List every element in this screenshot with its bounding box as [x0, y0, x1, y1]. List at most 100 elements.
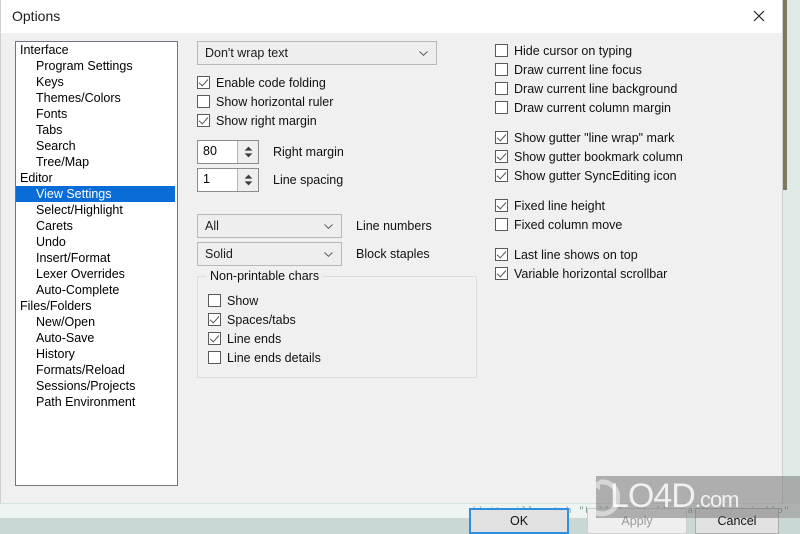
- spinner-row-1: 1 Line spacing: [197, 168, 477, 192]
- tree-item-label: New/Open: [36, 315, 96, 329]
- gutter-group: Show gutter "line wrap" mark Show gutter …: [495, 128, 765, 185]
- view-checkbox-0[interactable]: Enable code folding: [197, 73, 477, 92]
- tree-item-sessions-projects[interactable]: Sessions/Projects: [16, 378, 177, 394]
- combo-line-numbers[interactable]: All: [197, 214, 342, 238]
- scroll-checkbox-1[interactable]: Variable horizontal scrollbar: [495, 264, 765, 283]
- checkbox-label: Draw current line background: [514, 81, 678, 96]
- tree-item-program-settings[interactable]: Program Settings: [16, 58, 177, 74]
- checkbox-checked-icon: [495, 169, 508, 182]
- checkbox-unchecked-icon: [495, 63, 508, 76]
- tree-item-label: Formats/Reload: [36, 363, 125, 377]
- gutter-checkbox-1[interactable]: Show gutter bookmark column: [495, 147, 765, 166]
- ok-button-label: OK: [509, 514, 529, 528]
- gutter-checkbox-2[interactable]: Show gutter SyncEditing icon: [495, 166, 765, 185]
- non-printable-checkbox-3[interactable]: Line ends details: [208, 348, 466, 367]
- checkbox-label: Draw current line focus: [514, 62, 642, 77]
- apply-button[interactable]: Apply: [587, 508, 687, 534]
- view-checkbox-1[interactable]: Show horizontal ruler: [197, 92, 477, 111]
- tree-item-themes-colors[interactable]: Themes/Colors: [16, 90, 177, 106]
- checkbox-label: Fixed line height: [514, 198, 606, 213]
- tree-item-label: Auto-Save: [36, 331, 95, 345]
- cancel-button[interactable]: Cancel: [695, 508, 779, 534]
- tree-item-editor[interactable]: Editor: [16, 170, 177, 186]
- checkbox-checked-icon: [208, 332, 221, 345]
- cursor-drawing-group: Hide cursor on typing Draw current line f…: [495, 41, 765, 117]
- tree-item-auto-complete[interactable]: Auto-Complete: [16, 282, 177, 298]
- tree-item-view-settings[interactable]: View Settings: [16, 186, 175, 202]
- tree-item-label: Select/Highlight: [36, 203, 123, 217]
- tree-item-label: Files/Folders: [20, 299, 92, 313]
- close-icon: [753, 10, 765, 22]
- non-printable-checkbox-2[interactable]: Line ends: [208, 329, 466, 348]
- tree-item-label: Lexer Overrides: [36, 267, 125, 281]
- dialog-title: Options: [12, 8, 61, 24]
- close-button[interactable]: [736, 0, 782, 31]
- non-printable-chars-title: Non-printable chars: [206, 269, 324, 283]
- tree-item-label: Editor: [20, 171, 53, 185]
- tree-item-search[interactable]: Search: [16, 138, 177, 154]
- tree-item-path-environment[interactable]: Path Environment: [16, 394, 177, 410]
- tree-item-files-folders[interactable]: Files/Folders: [16, 298, 177, 314]
- checkbox-label: Line ends: [227, 331, 282, 346]
- cursor-checkbox-0[interactable]: Hide cursor on typing: [495, 41, 765, 60]
- chevron-down-icon: [324, 224, 333, 229]
- spinner-arrows[interactable]: [237, 141, 258, 163]
- cursor-checkbox-3[interactable]: Draw current column margin: [495, 98, 765, 117]
- spinner-value: 1: [203, 172, 210, 186]
- checkbox-label: Hide cursor on typing: [514, 43, 633, 58]
- view-checkbox-group: Enable code folding Show horizontal ruler…: [197, 73, 477, 130]
- checkbox-checked-icon: [495, 248, 508, 261]
- tree-item-select-highlight[interactable]: Select/Highlight: [16, 202, 177, 218]
- chevron-down-icon: [244, 153, 252, 158]
- tree-item-tabs[interactable]: Tabs: [16, 122, 177, 138]
- tree-item-new-open[interactable]: New/Open: [16, 314, 177, 330]
- checkbox-label: Spaces/tabs: [227, 312, 296, 327]
- fixed-layout-group: Fixed line height Fixed column move: [495, 196, 765, 234]
- spinner-caption: Right margin: [273, 145, 344, 159]
- background-window-olive-strip: [783, 0, 787, 190]
- checkbox-label: Variable horizontal scrollbar: [514, 266, 668, 281]
- tree-item-interface[interactable]: Interface: [16, 42, 177, 58]
- view-checkbox-2[interactable]: Show right margin: [197, 111, 477, 130]
- right-column: Hide cursor on typing Draw current line f…: [495, 41, 765, 283]
- checkbox-checked-icon: [495, 131, 508, 144]
- tree-item-formats-reload[interactable]: Formats/Reload: [16, 362, 177, 378]
- tree-item-tree-map[interactable]: Tree/Map: [16, 154, 177, 170]
- tree-item-undo[interactable]: Undo: [16, 234, 177, 250]
- spinner-row-0: 80 Right margin: [197, 140, 477, 164]
- spinner-caption: Line spacing: [273, 173, 344, 187]
- combo-block-staples[interactable]: Solid: [197, 242, 342, 266]
- fixed-checkbox-1[interactable]: Fixed column move: [495, 215, 765, 234]
- wrap-mode-combo[interactable]: Don't wrap text: [197, 41, 437, 65]
- checkbox-unchecked-icon: [208, 294, 221, 307]
- tree-item-insert-format[interactable]: Insert/Format: [16, 250, 177, 266]
- checkbox-checked-icon: [197, 114, 210, 127]
- settings-tree[interactable]: Interface Program Settings Keys Themes/Colo…: [15, 41, 178, 486]
- tree-item-fonts[interactable]: Fonts: [16, 106, 177, 122]
- non-printable-checkbox-0[interactable]: Show: [208, 291, 466, 310]
- fixed-checkbox-0[interactable]: Fixed line height: [495, 196, 765, 215]
- tree-item-label: Carets: [36, 219, 73, 233]
- ok-button[interactable]: OK: [469, 508, 569, 534]
- non-printable-checkbox-1[interactable]: Spaces/tabs: [208, 310, 466, 329]
- cursor-checkbox-2[interactable]: Draw current line background: [495, 79, 765, 98]
- tree-item-auto-save[interactable]: Auto-Save: [16, 330, 177, 346]
- checkbox-checked-icon: [495, 199, 508, 212]
- scroll-checkbox-0[interactable]: Last line shows on top: [495, 245, 765, 264]
- checkbox-unchecked-icon: [197, 95, 210, 108]
- spinner-0[interactable]: 80: [197, 140, 259, 164]
- checkbox-label: Fixed column move: [514, 217, 623, 232]
- spinner-arrows[interactable]: [237, 169, 258, 191]
- chevron-up-icon: [244, 174, 252, 179]
- non-printable-checkbox-list: Show Spaces/tabs Line ends Line ends detail…: [208, 291, 466, 367]
- checkbox-label: Show: [227, 293, 259, 308]
- cursor-checkbox-1[interactable]: Draw current line focus: [495, 60, 765, 79]
- tree-item-lexer-overrides[interactable]: Lexer Overrides: [16, 266, 177, 282]
- gutter-checkbox-0[interactable]: Show gutter "line wrap" mark: [495, 128, 765, 147]
- tree-item-keys[interactable]: Keys: [16, 74, 177, 90]
- tree-item-label: Themes/Colors: [36, 91, 121, 105]
- spinner-1[interactable]: 1: [197, 168, 259, 192]
- tree-item-label: Fonts: [36, 107, 68, 121]
- tree-item-carets[interactable]: Carets: [16, 218, 177, 234]
- tree-item-history[interactable]: History: [16, 346, 177, 362]
